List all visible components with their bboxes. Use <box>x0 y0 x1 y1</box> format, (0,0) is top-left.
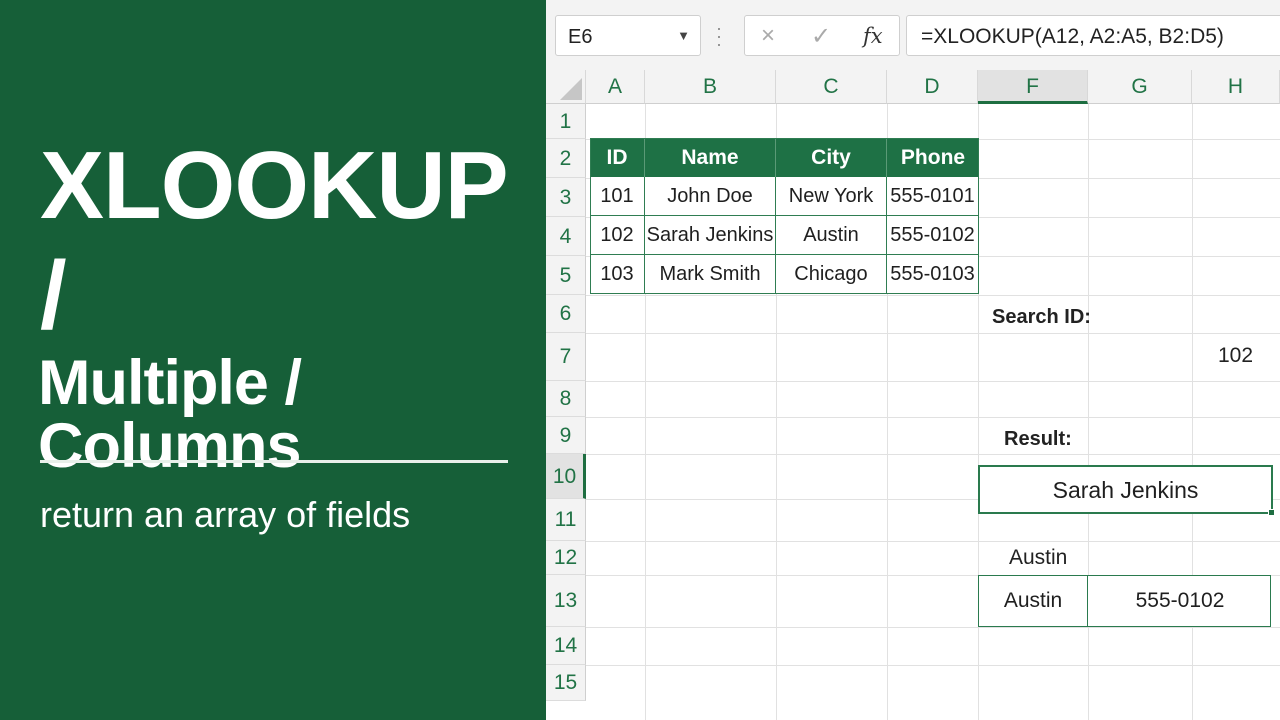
row-header-14[interactable]: 14 <box>546 627 586 665</box>
table-header-city[interactable]: City <box>776 138 887 177</box>
table-cell[interactable]: Sarah Jenkins <box>645 216 776 255</box>
table-header-id[interactable]: ID <box>590 138 645 177</box>
table-header-phone[interactable]: Phone <box>887 138 979 177</box>
row-header-10[interactable]: 10 <box>546 454 586 499</box>
table-cell[interactable]: Austin <box>776 216 887 255</box>
title-panel: XLOOKUP / Multiple / Columns return an a… <box>0 0 546 720</box>
fill-handle[interactable] <box>1268 509 1275 516</box>
row-header-5[interactable]: 5 <box>546 256 586 295</box>
check-icon[interactable]: ✓ <box>811 22 831 51</box>
row-header-2[interactable]: 2 <box>546 139 586 178</box>
table-cell[interactable]: Mark Smith <box>645 255 776 294</box>
table-cell[interactable]: 102 <box>590 216 645 255</box>
formula-bar: E6 ▼ · · · × ✓ fx =XLOOKUP(A12, A2:A5, B2:… <box>546 0 1280 70</box>
table-header-name[interactable]: Name <box>645 138 776 177</box>
spill-city-cell[interactable]: Austin <box>979 576 1088 626</box>
title-line-1: XLOOKUP <box>40 132 509 239</box>
row-header-15[interactable]: 15 <box>546 665 586 701</box>
table-cell[interactable]: Chicago <box>776 255 887 294</box>
grid-line <box>586 627 1280 628</box>
cell-grid: ABCDFGH 1 2 3 4 5 6 7 8 9 10 11 12 13 14 15 ID Name Ci… <box>546 70 1280 720</box>
cancel-icon[interactable]: × <box>761 22 775 50</box>
formula-input[interactable]: =XLOOKUP(A12, A2:A5, B2:D5) <box>906 15 1280 56</box>
row-header-13[interactable]: 13 <box>546 575 586 627</box>
row-header-1[interactable]: 1 <box>546 104 586 139</box>
result-label[interactable]: Result: <box>1004 428 1072 451</box>
grid-line <box>586 381 1280 382</box>
table-cell[interactable]: 555-0103 <box>887 255 979 294</box>
column-header-g[interactable]: G <box>1088 70 1192 104</box>
row-header-4[interactable]: 4 <box>546 217 586 256</box>
select-all-button[interactable] <box>546 70 586 104</box>
formula-buttons: × ✓ fx <box>744 15 900 56</box>
spill-range: Austin 555-0102 <box>978 575 1271 627</box>
chevron-down-icon[interactable]: ▼ <box>677 28 690 43</box>
column-header-b[interactable]: B <box>645 70 776 104</box>
table-cell[interactable]: 555-0102 <box>887 216 979 255</box>
row-header-12[interactable]: 12 <box>546 541 586 575</box>
divider <box>40 460 508 463</box>
name-box[interactable]: E6 ▼ <box>555 15 701 56</box>
table-cell[interactable]: John Doe <box>645 177 776 216</box>
grid-line <box>586 541 1280 542</box>
select-all-icon <box>560 78 582 100</box>
title-line-2: / <box>40 242 67 349</box>
name-box-value: E6 <box>568 26 593 48</box>
grid-line <box>586 333 1280 334</box>
result-cell[interactable]: Sarah Jenkins <box>978 465 1273 514</box>
search-id-value[interactable]: 102 <box>1218 344 1253 368</box>
grid-line <box>586 417 1280 418</box>
insert-function-icon[interactable]: fx <box>863 24 883 48</box>
formula-text: =XLOOKUP(A12, A2:A5, B2:D5) <box>921 25 1224 48</box>
spreadsheet: E6 ▼ · · · × ✓ fx =XLOOKUP(A12, A2:A5, B2:… <box>546 0 1280 720</box>
row-header-11[interactable]: 11 <box>546 499 586 541</box>
row-header-6[interactable]: 6 <box>546 295 586 333</box>
search-id-label[interactable]: Search ID: <box>992 306 1091 329</box>
column-header-a[interactable]: A <box>586 70 645 104</box>
grid-line <box>586 454 1280 455</box>
column-header-f[interactable]: F <box>978 70 1088 104</box>
grid-line <box>586 665 1280 666</box>
row-header-3[interactable]: 3 <box>546 178 586 217</box>
row-header-7[interactable]: 7 <box>546 333 586 381</box>
column-header-d[interactable]: D <box>887 70 978 104</box>
table-cell[interactable]: 101 <box>590 177 645 216</box>
row-header-8[interactable]: 8 <box>546 381 586 417</box>
drag-handle-icon[interactable]: · · · <box>716 19 722 53</box>
table-cell[interactable]: New York <box>776 177 887 216</box>
column-header-c[interactable]: C <box>776 70 887 104</box>
subtitle: return an array of fields <box>40 494 411 535</box>
table-cell[interactable]: 103 <box>590 255 645 294</box>
table-cell[interactable]: 555-0101 <box>887 177 979 216</box>
row-header-9[interactable]: 9 <box>546 417 586 454</box>
row12-city-label[interactable]: Austin <box>1009 546 1067 570</box>
grid-line <box>586 295 1280 296</box>
column-header-h[interactable]: H <box>1192 70 1280 104</box>
spill-phone-cell[interactable]: 555-0102 <box>1089 576 1271 626</box>
